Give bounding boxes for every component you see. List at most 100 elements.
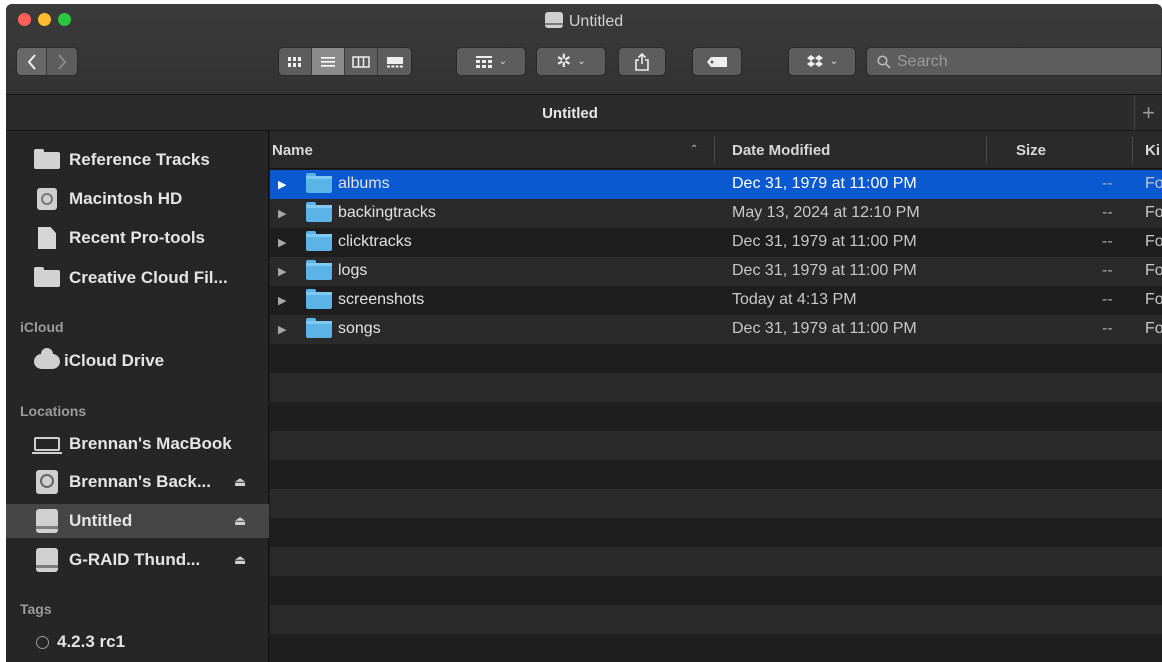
sidebar-item-label: Recent Pro-tools bbox=[69, 228, 206, 247]
sidebar-item-untitled[interactable]: Untitled ⏏ bbox=[6, 504, 269, 538]
title-bar: Untitled ⌄ ✲ ⌄ ⌄ Search bbox=[6, 4, 1162, 95]
file-date: Dec 31, 1979 at 11:00 PM bbox=[732, 262, 917, 279]
new-tab-button[interactable]: + bbox=[1134, 95, 1162, 131]
group-by-button[interactable]: ⌄ bbox=[456, 47, 526, 76]
sidebar-header-icloud: iCloud bbox=[20, 319, 64, 335]
sidebar-item-brennans-backup[interactable]: Brennan's Back... ⏏ bbox=[6, 465, 269, 499]
folder-icon bbox=[306, 318, 332, 338]
eject-icon[interactable]: ⏏ bbox=[234, 474, 246, 490]
sidebar-item-reference-tracks[interactable]: Reference Tracks bbox=[6, 143, 269, 177]
laptop-icon bbox=[32, 437, 62, 454]
disclosure-triangle-icon[interactable]: ▶ bbox=[278, 178, 286, 191]
icon-grid-icon bbox=[288, 56, 301, 67]
file-row-logs[interactable]: ▶ logs Dec 31, 1979 at 11:00 PM -- Fo bbox=[270, 257, 1162, 286]
gear-icon: ✲ bbox=[556, 51, 572, 71]
window-title: Untitled bbox=[6, 12, 1162, 31]
disclosure-triangle-icon[interactable]: ▶ bbox=[278, 323, 286, 336]
file-size: -- bbox=[1102, 175, 1113, 192]
chevron-down-icon: ⌄ bbox=[577, 56, 586, 67]
share-icon bbox=[635, 52, 649, 71]
column-divider[interactable] bbox=[986, 137, 987, 163]
dropbox-icon bbox=[806, 54, 823, 67]
column-header-name[interactable]: Name bbox=[272, 131, 313, 169]
file-size: -- bbox=[1102, 262, 1113, 279]
sidebar-item-creative-cloud-files[interactable]: Creative Cloud Fil... bbox=[6, 261, 269, 295]
file-list: Name ⌃ Date Modified Size Ki ▶ albums De… bbox=[270, 131, 1162, 662]
folder-icon bbox=[306, 260, 332, 280]
sidebar-item-icloud-drive[interactable]: iCloud Drive bbox=[6, 344, 269, 378]
tag-icon bbox=[707, 56, 727, 67]
file-size: -- bbox=[1102, 320, 1113, 337]
folder-icon bbox=[306, 173, 332, 193]
file-row-clicktracks[interactable]: ▶ clicktracks Dec 31, 1979 at 11:00 PM -… bbox=[270, 228, 1162, 257]
navigation-buttons bbox=[16, 47, 78, 76]
sidebar-item-g-raid[interactable]: G-RAID Thund... ⏏ bbox=[6, 543, 269, 577]
sidebar-item-brennans-macbook[interactable]: Brennan's MacBook bbox=[6, 427, 269, 461]
disclosure-triangle-icon[interactable]: ▶ bbox=[278, 294, 286, 307]
tag-circle-icon bbox=[36, 635, 49, 649]
action-menu-button[interactable]: ✲ ⌄ bbox=[536, 47, 606, 76]
sidebar-item-label: Brennan's MacBook bbox=[69, 434, 232, 453]
column-header-size[interactable]: Size bbox=[1016, 131, 1046, 169]
file-name: songs bbox=[338, 320, 381, 337]
file-name: albums bbox=[338, 175, 390, 192]
empty-row-stripe bbox=[270, 373, 1162, 402]
chevron-down-icon: ⌄ bbox=[498, 56, 508, 67]
folder-icon bbox=[34, 148, 60, 169]
sidebar-item-label: Brennan's Back... bbox=[69, 472, 211, 491]
column-header-row: Name ⌃ Date Modified Size Ki bbox=[270, 131, 1162, 169]
sidebar-item-recent-pro-tools[interactable]: Recent Pro-tools bbox=[6, 221, 269, 255]
sidebar-item-label: iCloud Drive bbox=[64, 351, 165, 370]
folder-icon bbox=[306, 231, 332, 251]
icon-view-button[interactable] bbox=[279, 48, 312, 75]
empty-row-stripe bbox=[270, 605, 1162, 634]
tab-untitled[interactable]: Untitled bbox=[6, 95, 1134, 131]
gallery-icon bbox=[386, 56, 403, 67]
chevron-left-icon bbox=[27, 53, 36, 70]
column-header-kind[interactable]: Ki bbox=[1145, 131, 1160, 169]
group-grid-icon bbox=[475, 55, 492, 68]
window-title-text: Untitled bbox=[568, 13, 624, 30]
search-field[interactable] bbox=[866, 47, 1162, 76]
eject-icon[interactable]: ⏏ bbox=[234, 552, 246, 568]
eject-icon[interactable]: ⏏ bbox=[234, 513, 246, 529]
hard-drive-icon bbox=[37, 188, 57, 210]
tags-button[interactable] bbox=[692, 47, 742, 76]
sidebar-item-label: Macintosh HD bbox=[69, 189, 183, 208]
dropbox-button[interactable]: ⌄ bbox=[788, 47, 856, 76]
sidebar-item-label: Creative Cloud Fil... bbox=[69, 268, 228, 287]
sidebar-header-tags: Tags bbox=[20, 601, 52, 617]
column-view-button[interactable] bbox=[345, 48, 378, 75]
empty-row-stripe bbox=[270, 489, 1162, 518]
disclosure-triangle-icon[interactable]: ▶ bbox=[278, 265, 286, 278]
disclosure-triangle-icon[interactable]: ▶ bbox=[278, 236, 286, 249]
file-name: logs bbox=[338, 262, 368, 279]
file-row-albums[interactable]: ▶ albums Dec 31, 1979 at 11:00 PM -- Fo bbox=[270, 170, 1162, 199]
search-input[interactable] bbox=[897, 52, 1137, 71]
column-divider[interactable] bbox=[714, 137, 715, 163]
cloud-icon bbox=[34, 347, 60, 369]
tab-bar: Untitled + bbox=[6, 95, 1162, 131]
sidebar-item-label: 4.2.3 rc1 bbox=[57, 632, 126, 651]
folder-icon bbox=[306, 289, 332, 309]
back-button[interactable] bbox=[17, 48, 47, 75]
file-row-backingtracks[interactable]: ▶ backingtracks May 13, 2024 at 12:10 PM… bbox=[270, 199, 1162, 228]
file-row-songs[interactable]: ▶ songs Dec 31, 1979 at 11:00 PM -- Fo bbox=[270, 315, 1162, 344]
file-date: Dec 31, 1979 at 11:00 PM bbox=[732, 175, 917, 192]
search-icon bbox=[877, 54, 891, 69]
disclosure-triangle-icon[interactable]: ▶ bbox=[278, 207, 286, 220]
sidebar-item-macintosh-hd[interactable]: Macintosh HD bbox=[6, 182, 269, 216]
file-size: -- bbox=[1102, 204, 1113, 221]
file-row-screenshots[interactable]: ▶ screenshots Today at 4:13 PM -- Fo bbox=[270, 286, 1162, 315]
forward-button[interactable] bbox=[47, 48, 77, 75]
sidebar-item-tag-4-2-3-rc1[interactable]: 4.2.3 rc1 bbox=[6, 625, 269, 659]
file-kind: Fo bbox=[1145, 291, 1162, 308]
list-view-button[interactable] bbox=[312, 48, 345, 75]
view-mode-control bbox=[278, 47, 412, 76]
share-button[interactable] bbox=[618, 47, 666, 76]
column-divider[interactable] bbox=[1132, 137, 1133, 163]
column-header-date-modified[interactable]: Date Modified bbox=[732, 131, 830, 169]
file-name: backingtracks bbox=[338, 204, 436, 221]
gallery-view-button[interactable] bbox=[378, 48, 411, 75]
file-size: -- bbox=[1102, 233, 1113, 250]
